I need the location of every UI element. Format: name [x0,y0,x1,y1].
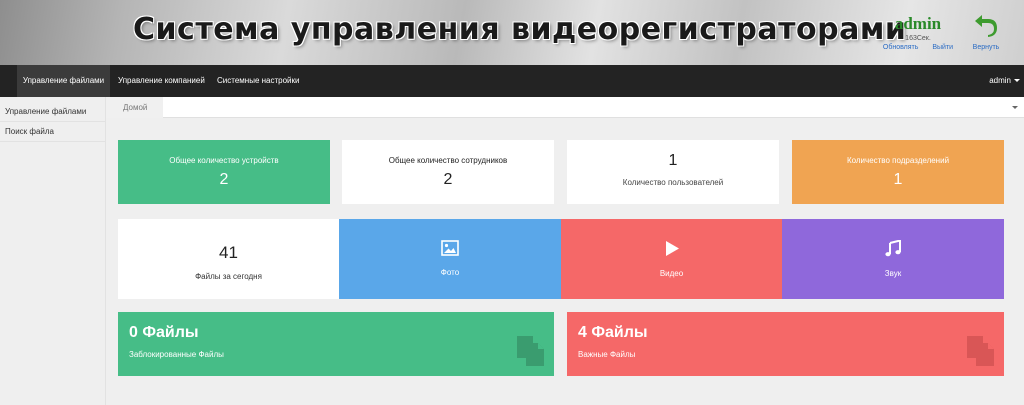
locked-files-tile[interactable]: 0 Файлы Заблокированные Файлы [118,312,554,376]
locked-files-count: 0 Файлы [129,324,199,341]
locked-files-label: Заблокированные Файлы [129,350,224,359]
stat-users-label: Количество пользователей [622,178,724,187]
nav-company-management[interactable]: Управление компанией [118,65,205,97]
app-title: Система управления видеорегистраторами [133,12,907,47]
chevron-down-icon [1014,79,1020,83]
files-icon [967,336,994,366]
sound-label: Звук [884,269,902,278]
important-files-label: Важные Файлы [578,350,636,359]
photo-label: Фото [440,268,460,277]
breadcrumb-dropdown-icon[interactable] [1012,106,1018,109]
breadcrumb-home[interactable]: Домой [106,97,163,118]
files-icon [517,336,544,366]
stat-departments-tile: Количество подразделений 1 [792,140,1004,204]
nav-user-menu[interactable]: admin [989,65,1020,97]
stat-employees-tile: Общее количество сотрудников 2 [342,140,554,204]
refresh-link[interactable]: Обновлять [883,44,919,51]
nav-file-management[interactable]: Управление файлами [17,65,110,97]
user-links: Обновлять Выйти [868,44,968,51]
play-icon [665,241,679,256]
top-navbar: Управление файлами Управление компанией … [0,65,1024,97]
stat-devices-value: 2 [219,171,229,188]
sidebar-item-file-management[interactable]: Управление файлами [0,102,105,122]
nav-user-name: admin [989,76,1011,85]
image-icon [441,240,459,256]
return-label: Вернуть [972,44,1000,51]
stat-users-value: 1 [668,152,678,169]
stat-employees-label: Общее количество сотрудников [388,156,508,165]
stat-today-files-label: Файлы за сегодня [195,272,262,281]
header-user-name: admin [894,14,942,33]
stat-today-files-tile: 41 Файлы за сегодня [118,219,339,299]
nav-system-settings[interactable]: Системные настройки [217,65,299,97]
music-icon [885,239,901,257]
return-button[interactable]: Вернуть [968,12,1004,51]
logout-link[interactable]: Выйти [932,44,953,51]
important-files-count: 4 Файлы [578,324,648,341]
breadcrumb: Домой [106,97,1024,118]
video-tile[interactable]: Видео [561,219,782,299]
stat-users-tile: 1 Количество пользователей [567,140,779,204]
stat-departments-label: Количество подразделений [846,156,950,165]
header: Система управления видеорегистраторами a… [0,0,1024,65]
stat-departments-value: 1 [893,171,903,188]
stat-today-files-value: 41 [219,243,238,262]
user-box: admin 163Сек. Обновлять Выйти [868,14,968,51]
important-files-tile[interactable]: 4 Файлы Важные Файлы [567,312,1004,376]
video-label: Видео [659,269,684,278]
stat-devices-label: Общее количество устройств [169,156,279,165]
stat-employees-value: 2 [443,171,453,188]
sidebar-item-file-search[interactable]: Поиск файла [0,122,105,142]
stat-devices-tile: Общее количество устройств 2 [118,140,330,204]
return-arrow-icon [975,15,997,37]
photo-tile[interactable]: Фото [339,219,561,299]
sidebar: Управление файлами Поиск файла [0,97,106,405]
sound-tile[interactable]: Звук [782,219,1004,299]
session-time: 163Сек. [905,35,931,42]
